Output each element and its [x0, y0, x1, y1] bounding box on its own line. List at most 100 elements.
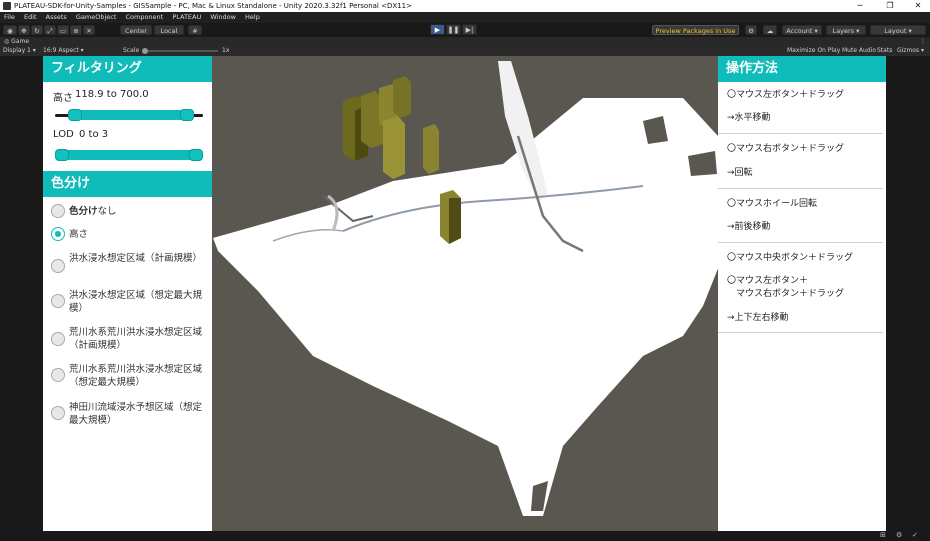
- controls-panel-header: 操作方法: [718, 56, 886, 82]
- cloud-icon[interactable]: ☁: [763, 25, 777, 35]
- custom-tool-icon[interactable]: ✕: [83, 25, 95, 35]
- status-bar: ⊞ ⚙ ✓: [0, 531, 930, 541]
- gizmos-dropdown[interactable]: Gizmos ▾: [897, 46, 924, 56]
- grid-snap-icon[interactable]: #: [188, 25, 202, 35]
- option-none-rest: なし: [97, 206, 117, 217]
- radio-arakawa-max[interactable]: [51, 368, 65, 382]
- account-dropdown[interactable]: Account ▾: [782, 25, 822, 35]
- game-view-toolbar: Display 1 ▾ 16:9 Aspect ▾ Scale 1x Maxim…: [0, 46, 930, 56]
- game-tab-label[interactable]: Game: [11, 38, 29, 45]
- minimize-button[interactable]: ─: [850, 0, 870, 12]
- close-button[interactable]: ✕: [908, 0, 928, 12]
- lod-slider-max-handle[interactable]: [189, 149, 203, 161]
- radio-height[interactable]: [51, 227, 65, 241]
- rotate-tool-icon[interactable]: ↻: [31, 25, 43, 35]
- profiler-icon[interactable]: ⊞: [880, 531, 886, 539]
- menu-assets[interactable]: Assets: [46, 13, 67, 21]
- option-height-label: 高さ: [69, 229, 89, 240]
- menu-component[interactable]: Component: [125, 13, 163, 21]
- radio-flood-planned[interactable]: [51, 259, 65, 273]
- menu-help[interactable]: Help: [245, 13, 260, 21]
- preview-packages-button[interactable]: Preview Packages in Use ▾: [652, 25, 739, 45]
- height-slider-max-handle[interactable]: [179, 109, 194, 121]
- menu-gameobject[interactable]: GameObject: [76, 13, 117, 21]
- control-line: →回転: [727, 168, 753, 178]
- tab-menu-icon[interactable]: ⋮: [920, 37, 926, 46]
- view-tool-icon[interactable]: ◉: [3, 25, 17, 35]
- scale-tool-icon[interactable]: ⤢: [44, 25, 56, 35]
- divider: [718, 133, 883, 134]
- game-tab-bar: ◎ Game ⋮: [0, 37, 930, 46]
- pivot-center-button[interactable]: Center: [120, 25, 152, 35]
- option-arakawa-max-label: 荒川水系荒川洪水浸水想定区域（想定最大規模）: [69, 364, 203, 388]
- stats-toggle[interactable]: Stats: [877, 46, 892, 56]
- menu-file[interactable]: File: [4, 13, 15, 21]
- option-kanda-label: 神田川流域浸水予想区域（想定最大規模）: [69, 402, 203, 426]
- collab-icon[interactable]: ✓: [912, 531, 918, 539]
- height-slider-fill[interactable]: [72, 110, 190, 120]
- filter-panel-header: フィルタリング: [43, 56, 212, 82]
- radio-kanda[interactable]: [51, 406, 65, 420]
- option-none-label: 色分けなし: [69, 205, 207, 218]
- maximize-on-play-toggle[interactable]: Maximize On Play: [787, 46, 840, 56]
- control-line: →水平移動: [727, 113, 771, 123]
- city-ground-mesh: [213, 98, 723, 516]
- menu-edit[interactable]: Edit: [24, 13, 37, 21]
- divider: [718, 188, 883, 189]
- control-line: 〇マウス中央ボタン＋ドラッグ: [727, 253, 854, 263]
- lod-slider-min-handle[interactable]: [55, 149, 69, 161]
- right-controls-panel: 操作方法 〇マウス左ボタン＋ドラッグ →水平移動 〇マウス右ボタン＋ドラッグ →…: [718, 56, 886, 531]
- height-slider-min-handle[interactable]: [68, 109, 83, 121]
- display-dropdown[interactable]: Display 1 ▾: [3, 46, 36, 56]
- layers-label: Layers ▾: [832, 27, 860, 35]
- debug-icon[interactable]: ⚙: [896, 531, 902, 539]
- game-tab-icon: ◎: [4, 38, 10, 45]
- lod-value: 0 to 3: [79, 129, 109, 140]
- lod-label: LOD: [53, 129, 74, 140]
- control-line: →上下左右移動: [727, 313, 789, 323]
- layers-dropdown[interactable]: Layers ▾: [826, 25, 866, 35]
- layout-dropdown[interactable]: Layout ▾: [870, 25, 926, 35]
- mute-audio-toggle[interactable]: Mute Audio: [842, 46, 876, 56]
- option-none-bold: 色分け: [69, 206, 98, 217]
- pivot-center-label: Center: [125, 27, 147, 35]
- color-panel-header: 色分け: [43, 171, 212, 197]
- title-bar: PLATEAU-SDK-for-Unity-Samples - GISSampl…: [0, 0, 930, 12]
- control-line: マウス右ボタン＋ドラッグ: [727, 289, 845, 299]
- move-tool-icon[interactable]: ✥: [18, 25, 30, 35]
- aspect-dropdown[interactable]: 16:9 Aspect ▾: [43, 46, 84, 56]
- radio-arakawa-planned[interactable]: [51, 332, 65, 346]
- control-line: 〇マウスホイール回転: [727, 199, 818, 209]
- menu-plateau[interactable]: PLATEAU: [172, 13, 201, 21]
- control-line: →前後移動: [727, 222, 771, 232]
- play-button-icon[interactable]: ▶: [430, 24, 445, 35]
- layout-label: Layout ▾: [884, 27, 912, 35]
- transform-tool-icon[interactable]: ⊕: [70, 25, 82, 35]
- control-line: 〇マウス左ボタン＋ドラッグ: [727, 90, 845, 100]
- divider: [718, 332, 883, 333]
- settings-gear-icon[interactable]: ⚙: [745, 25, 757, 35]
- maximize-button[interactable]: ❐: [880, 0, 900, 12]
- unity-app-icon: [3, 2, 11, 10]
- radio-none[interactable]: [51, 204, 65, 218]
- toolbar: ◉ ✥ ↻ ⤢ ▭ ⊕ ✕ Center Local # ▶ ❚❚ ▶| Pre…: [0, 23, 930, 45]
- scale-slider[interactable]: [143, 50, 218, 52]
- left-filter-panel: フィルタリング 高さ 118.9 to 700.0 LOD 0 to 3 色分け…: [43, 56, 212, 531]
- control-line: 〇マウス左ボタン＋: [727, 276, 809, 286]
- menu-window[interactable]: Window: [210, 13, 236, 21]
- pause-button-icon[interactable]: ❚❚: [446, 24, 461, 35]
- step-button-icon[interactable]: ▶|: [462, 24, 477, 35]
- option-flood-planned-label: 洪水浸水想定区域（計画規模）: [69, 253, 203, 264]
- window-title: PLATEAU-SDK-for-Unity-Samples - GISSampl…: [14, 2, 412, 10]
- scale-value: 1x: [222, 47, 230, 54]
- scale-label: Scale: [123, 47, 140, 54]
- rect-tool-icon[interactable]: ▭: [57, 25, 69, 35]
- option-flood-max-label: 洪水浸水想定区域（想定最大規模）: [69, 290, 203, 314]
- control-line: 〇マウス右ボタン＋ドラッグ: [727, 144, 845, 154]
- pivot-local-button[interactable]: Local: [154, 25, 184, 35]
- radio-flood-max[interactable]: [51, 294, 65, 308]
- height-value: 118.9 to 700.0: [75, 89, 149, 100]
- option-arakawa-planned-label: 荒川水系荒川洪水浸水想定区域（計画規模）: [69, 327, 203, 351]
- scale-slider-handle[interactable]: [142, 48, 148, 54]
- lod-slider-fill[interactable]: [59, 150, 199, 160]
